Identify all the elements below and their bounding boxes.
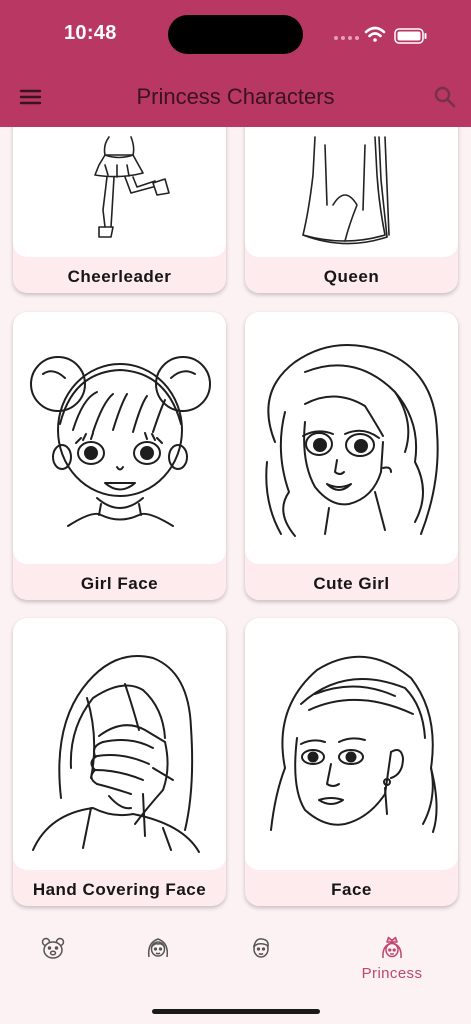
- home-indicator: [152, 1009, 320, 1014]
- card-label: Girl Face: [80, 574, 159, 593]
- card-label: Queen: [323, 267, 380, 286]
- card-image: [13, 127, 226, 257]
- card-cheerleader[interactable]: Cheerleader: [13, 127, 226, 293]
- wifi-icon: [364, 26, 386, 42]
- tab-girl[interactable]: [108, 935, 208, 987]
- card-queen[interactable]: Queen: [245, 127, 458, 293]
- tab-bear[interactable]: [3, 935, 103, 987]
- card-label: Cute Girl: [313, 574, 390, 593]
- search-icon: [434, 86, 456, 108]
- app-header: 10:48 Princess Characters: [0, 0, 471, 127]
- card-face[interactable]: Face: [245, 618, 458, 906]
- tab-boy[interactable]: [211, 935, 311, 987]
- tab-label-princess: Princess: [361, 965, 423, 982]
- card-image: [245, 618, 458, 870]
- card-cute-girl[interactable]: Cute Girl: [245, 312, 458, 600]
- status-time: 10:48: [64, 22, 117, 44]
- character-grid: Cheerleader Queen Girl Face Cute Girl Ha…: [0, 127, 471, 917]
- bear-icon: [41, 937, 65, 959]
- boy-icon: [252, 938, 269, 958]
- card-hand-covering-face[interactable]: Hand Covering Face: [13, 618, 226, 906]
- signal-icon: [334, 36, 359, 40]
- girl-icon: [147, 938, 169, 958]
- card-label: Face: [331, 880, 372, 899]
- card-label: Cheerleader: [67, 267, 172, 286]
- card-image: [245, 312, 458, 564]
- face-drawing-icon: [270, 655, 438, 833]
- card-image: [13, 618, 226, 870]
- search-button[interactable]: [432, 84, 458, 110]
- girl-face-drawing-icon: [30, 356, 211, 527]
- bottom-tab-bar: Princess: [0, 917, 471, 1024]
- card-image: [13, 312, 226, 564]
- cute-girl-drawing-icon: [265, 343, 439, 537]
- page-title: Princess Characters: [136, 84, 335, 109]
- tab-princess[interactable]: Princess: [342, 935, 442, 987]
- queen-drawing-icon: [302, 136, 390, 245]
- status-icons: [334, 26, 427, 44]
- dynamic-island: [168, 15, 303, 54]
- card-girl-face[interactable]: Girl Face: [13, 312, 226, 600]
- card-image: [245, 127, 458, 257]
- cheerleader-drawing-icon: [94, 136, 170, 238]
- card-label: Hand Covering Face: [32, 880, 207, 899]
- princess-icon: [382, 936, 402, 959]
- battery-icon: [394, 28, 427, 44]
- hand-covering-face-drawing-icon: [32, 655, 200, 853]
